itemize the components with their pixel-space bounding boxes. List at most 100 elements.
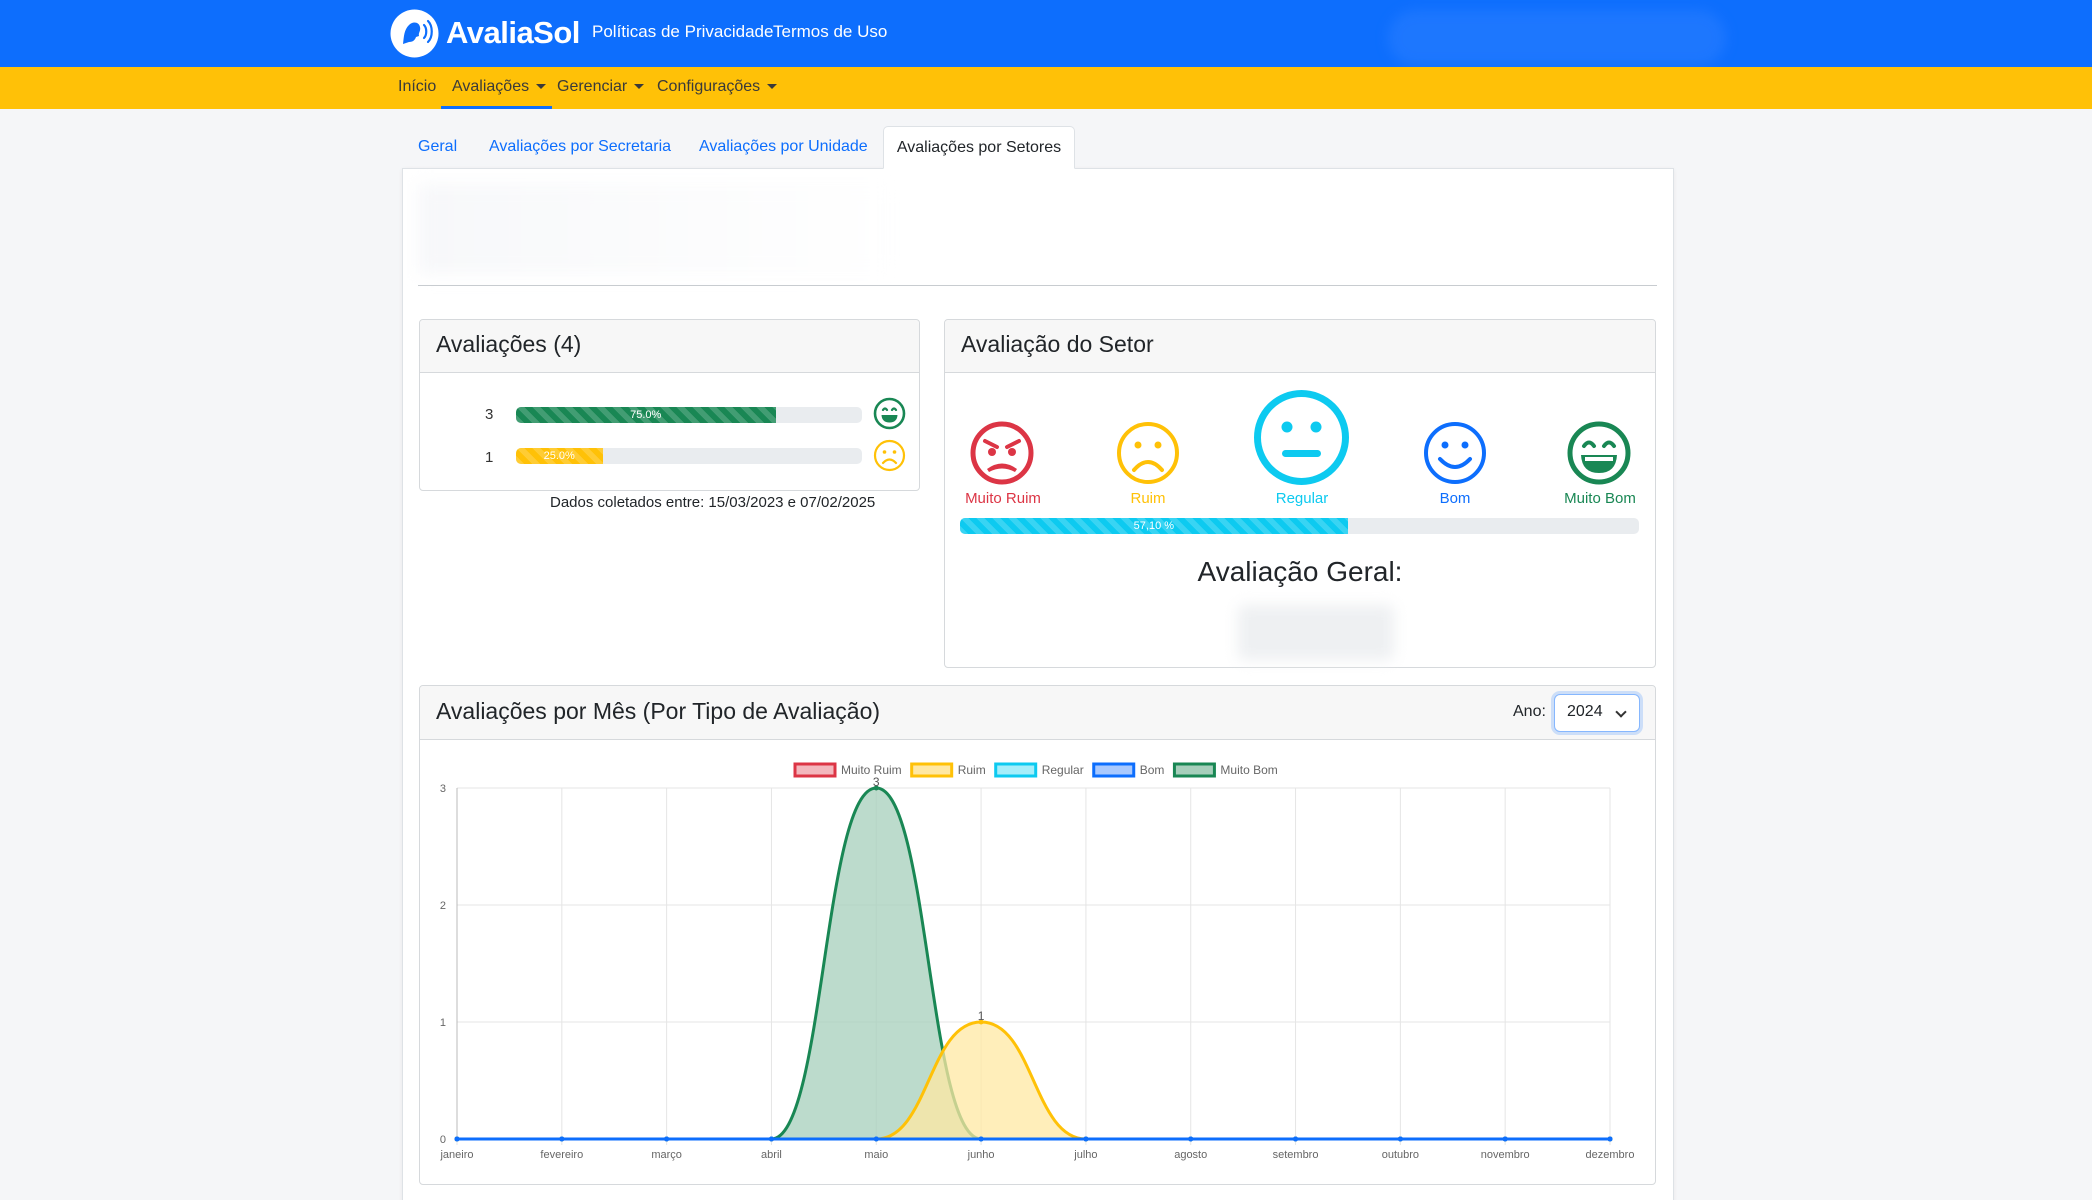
y-tick-label: 3 — [440, 783, 446, 795]
main-nav — [0, 67, 2092, 109]
year-select[interactable]: 2024 — [1554, 694, 1640, 732]
year-select-value: 2024 — [1567, 703, 1603, 720]
terms-of-use-link[interactable]: Termos de Uso — [773, 22, 887, 42]
monthly-area-chart: 0 1 2 3 janeiro fevereiro março abril maio junho j… — [439, 762, 1635, 1161]
data-point — [873, 1136, 879, 1142]
face-label-muito-ruim: Muito Ruim — [965, 490, 1041, 507]
sector-progress-bar: 57,10 % — [960, 518, 1348, 534]
caret-down-icon — [536, 84, 547, 90]
brand-name: AvaliaSol — [446, 15, 580, 50]
sector-card-header: Avaliação do Setor — [945, 320, 1655, 373]
y-tick-label: 0 — [440, 1134, 446, 1146]
legend-swatch — [793, 762, 837, 778]
tab-secretaria[interactable]: Avaliações por Secretaria — [489, 138, 671, 156]
data-point — [454, 1136, 460, 1142]
data-point — [1083, 1136, 1089, 1142]
x-tick-label: dezembro — [1586, 1149, 1635, 1161]
caret-down-icon — [634, 84, 645, 90]
x-tick-label: abril — [761, 1149, 782, 1161]
blurred-overall-value — [1238, 605, 1394, 660]
legend-label: Bom — [1140, 763, 1165, 777]
grinning-face-icon[interactable] — [1566, 420, 1632, 486]
legend-swatch — [1092, 762, 1136, 778]
neutral-face-icon[interactable] — [1253, 389, 1350, 486]
x-tick-label: outubro — [1382, 1149, 1419, 1161]
legend-label: Regular — [1042, 763, 1084, 777]
sad-face-icon — [873, 439, 906, 472]
year-label: Ano: — [1513, 703, 1546, 720]
rating-count: 1 — [485, 449, 494, 466]
x-tick-label: fevereiro — [540, 1149, 583, 1161]
face-label-muito-bom: Muito Bom — [1564, 490, 1636, 507]
data-collection-period: Dados coletados entre: 15/03/2023 e 07/0… — [550, 494, 876, 511]
divider — [418, 285, 1657, 286]
data-point — [1607, 1136, 1613, 1142]
ratings-card-title: Avaliações (4) — [436, 331, 582, 357]
sad-face-icon[interactable] — [1115, 420, 1181, 486]
nav-item-label: Gerenciar — [557, 78, 628, 95]
legend-label: Muito Ruim — [841, 763, 902, 777]
data-point — [1188, 1136, 1194, 1142]
data-point — [1397, 1136, 1403, 1142]
legend-swatch — [994, 762, 1038, 778]
legend-label: Ruim — [958, 763, 986, 777]
overall-rating-label: Avaliação Geral: — [1197, 556, 1403, 587]
y-tick-label: 1 — [440, 1017, 446, 1029]
data-label: 3 — [873, 775, 880, 789]
x-tick-label: julho — [1073, 1149, 1097, 1161]
x-tick-label: março — [651, 1149, 682, 1161]
nav-item-label: Configurações — [657, 78, 761, 95]
brand-logo[interactable]: AvaliaSol — [389, 8, 580, 58]
data-point — [664, 1136, 670, 1142]
caret-down-icon — [767, 84, 778, 90]
blurred-user-area — [1388, 10, 1726, 66]
sector-card-title: Avaliação do Setor — [961, 331, 1154, 357]
top-bar — [0, 0, 2092, 67]
data-label: 1 — [978, 1009, 985, 1023]
nav-item-avaliacoes[interactable]: Avaliações — [452, 78, 547, 96]
x-tick-label: janeiro — [439, 1149, 473, 1161]
tab-geral[interactable]: Geral — [418, 138, 457, 156]
nav-item-label: Início — [398, 78, 437, 95]
smile-face-icon[interactable] — [1422, 420, 1488, 486]
legend-swatch — [910, 762, 954, 778]
x-tick-label: maio — [864, 1149, 888, 1161]
grinning-face-icon — [873, 397, 906, 430]
monthly-card-header: Avaliações por Mês (Por Tipo de Avaliaçã… — [420, 686, 1655, 740]
nav-item-gerenciar[interactable]: Gerenciar — [557, 78, 645, 96]
rating-progress: 75.0% — [516, 407, 862, 423]
rating-progress-bar: 75.0% — [516, 407, 776, 423]
blurred-sector-header — [418, 184, 898, 274]
rating-progress: 25.0% — [516, 448, 862, 464]
privacy-policy-link[interactable]: Políticas de Privacidade — [592, 22, 773, 42]
chevron-down-icon — [1615, 706, 1627, 718]
face-label-regular: Regular — [1275, 490, 1329, 507]
tab-setores[interactable]: Avaliações por Setores — [883, 126, 1075, 169]
nav-item-label: Avaliações — [452, 78, 530, 95]
ratings-card: Avaliações (4) — [419, 319, 920, 491]
x-tick-label: junho — [967, 1149, 995, 1161]
legend-swatch — [1172, 762, 1216, 778]
rating-count: 3 — [485, 406, 494, 423]
y-tick-label: 2 — [440, 900, 446, 912]
face-label-ruim: Ruim — [1130, 490, 1166, 507]
tab-unidade[interactable]: Avaliações por Unidade — [699, 138, 868, 156]
data-point — [1293, 1136, 1299, 1142]
data-point — [978, 1136, 984, 1142]
sector-progress: 57,10 % — [960, 518, 1639, 534]
x-tick-label: novembro — [1481, 1149, 1530, 1161]
nav-item-inicio[interactable]: Início — [398, 78, 436, 96]
x-tick-label: setembro — [1273, 1149, 1319, 1161]
ratings-card-header: Avaliações (4) — [420, 320, 919, 373]
data-point — [559, 1136, 565, 1142]
legend-label: Muito Bom — [1220, 763, 1277, 777]
data-point — [1502, 1136, 1508, 1142]
nav-item-configuracoes[interactable]: Configurações — [657, 78, 778, 96]
rating-progress-bar: 25.0% — [516, 448, 603, 464]
sun-voice-icon — [390, 9, 439, 57]
face-label-bom: Bom — [1439, 490, 1471, 507]
angry-face-icon[interactable] — [969, 420, 1035, 486]
active-nav-indicator — [441, 106, 552, 109]
x-tick-label: agosto — [1174, 1149, 1207, 1161]
monthly-card-title: Avaliações por Mês (Por Tipo de Avaliaçã… — [436, 698, 881, 724]
